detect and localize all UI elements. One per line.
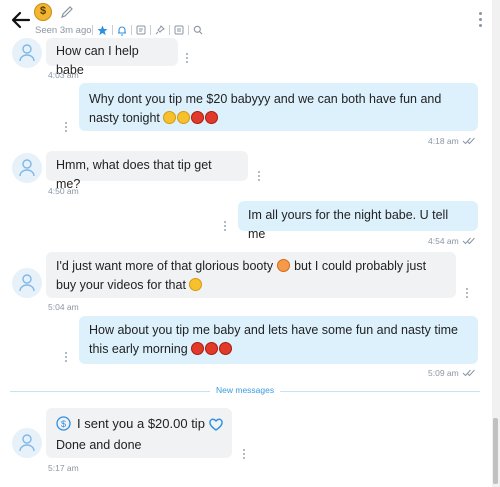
svg-text:$: $: [61, 419, 66, 429]
kebab-icon[interactable]: [479, 12, 483, 30]
message-bubble-in: How can I help babe: [46, 38, 178, 77]
devil-emoji-icon: [219, 342, 233, 355]
read-receipt-icon: [462, 369, 475, 377]
read-receipt-icon: [462, 137, 475, 145]
message-bubble-in: Hmm, what does that tip get me?: [46, 151, 248, 191]
scrollbar-thumb[interactable]: [493, 418, 498, 484]
media-icon[interactable]: [174, 25, 184, 35]
devil-emoji-icon: [205, 342, 219, 355]
message-time: 4:03 am: [48, 70, 79, 80]
message-bubble-out: How about you tip me baby and lets have …: [79, 316, 478, 364]
message-options-icon[interactable]: [466, 288, 470, 300]
message-text: Done and done: [56, 438, 142, 452]
last-seen-status: Seen 3m ago: [35, 25, 92, 36]
pin-icon[interactable]: [155, 25, 165, 35]
smile-emoji-icon: [163, 111, 177, 124]
contact-avatar[interactable]: [12, 153, 42, 183]
message-options-icon[interactable]: [65, 352, 69, 364]
tip-heart-icon[interactable]: [208, 417, 224, 431]
scrollbar-track[interactable]: [492, 0, 500, 487]
laughing-emoji-icon: [189, 278, 203, 291]
new-messages-label: New messages: [210, 385, 281, 395]
tip-label: I sent you a $20.00 tip: [77, 415, 205, 431]
header-toolbar: [88, 23, 203, 37]
smile-emoji-icon: [177, 111, 191, 124]
devil-emoji-icon: [205, 111, 219, 124]
message-bubble-out: Im all yours for the night babe. U tell …: [238, 201, 478, 241]
message-time: 4:18 am: [428, 136, 459, 146]
devil-emoji-icon: [191, 342, 205, 355]
message-time: 5:09 am: [428, 368, 459, 378]
dollar-coin-icon: $: [56, 415, 71, 431]
message-options-icon[interactable]: [243, 449, 247, 461]
message-bubble-out: Why dont you tip me $20 babyyy and we ca…: [79, 83, 478, 131]
devil-emoji-icon: [191, 111, 205, 124]
message-time: 4:50 am: [48, 186, 79, 196]
message-options-icon[interactable]: [65, 122, 69, 134]
tip-message-bubble: $ I sent you a $20.00 tip Done and done: [46, 408, 232, 458]
message-bubble-in: I'd just want more of that glorious boot…: [46, 252, 456, 298]
contact-avatar[interactable]: [12, 38, 42, 68]
contact-avatar[interactable]: [12, 428, 42, 458]
chat-header: $ Seen 3m ago: [0, 0, 500, 42]
note-icon[interactable]: [136, 25, 146, 35]
message-time: 5:04 am: [48, 302, 79, 312]
peach-emoji-icon: [276, 259, 290, 272]
bell-icon[interactable]: [117, 25, 127, 36]
message-options-icon[interactable]: [224, 221, 228, 233]
read-receipt-icon: [462, 237, 475, 245]
message-options-icon[interactable]: [258, 171, 262, 183]
contact-avatar[interactable]: $: [34, 3, 52, 21]
search-icon[interactable]: [193, 25, 203, 35]
star-icon[interactable]: [97, 25, 108, 36]
message-time: 4:54 am: [428, 236, 459, 246]
back-arrow-icon[interactable]: [10, 9, 32, 31]
pencil-icon[interactable]: [60, 5, 74, 19]
message-options-icon[interactable]: [186, 53, 190, 65]
contact-avatar[interactable]: [12, 268, 42, 298]
message-time: 5:17 am: [48, 463, 79, 473]
